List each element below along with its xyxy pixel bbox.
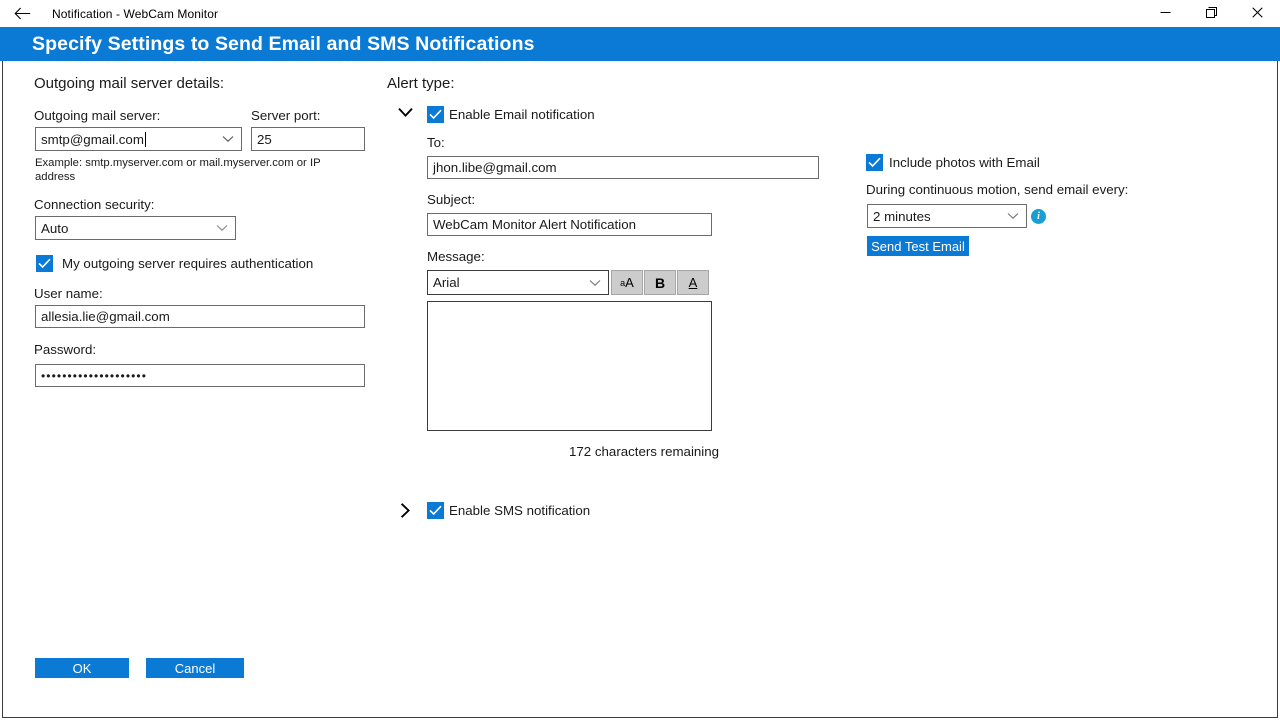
enable-sms-notification-checkbox[interactable] [427,502,444,519]
minimize-button[interactable] [1142,0,1188,27]
ok-button[interactable]: OK [35,658,129,678]
send-interval-value: 2 minutes [873,209,931,224]
subject-value: WebCam Monitor Alert Notification [433,217,636,232]
message-value [428,302,711,310]
checkmark-icon [429,109,442,120]
back-arrow-icon [14,7,31,20]
password-value: •••••••••••••••••••• [41,369,147,383]
subject-input[interactable]: WebCam Monitor Alert Notification [427,213,712,236]
window-controls [1142,0,1280,27]
user-name-input[interactable]: allesia.lie@gmail.com [35,305,365,328]
underline-icon: A [689,275,698,290]
outgoing-mail-server-input[interactable]: smtp@gmail.com [35,127,242,151]
connection-security-value: Auto [41,221,68,236]
page-header: Specify Settings to Send Email and SMS N… [0,27,1280,61]
minimize-icon [1160,7,1171,21]
chevron-down-icon [1007,212,1019,220]
close-button[interactable] [1234,0,1280,27]
checkmark-icon [868,157,881,168]
text-caret [145,132,146,147]
include-photos-label: Include photos with Email [889,155,1040,170]
to-value: jhon.libe@gmail.com [433,160,557,175]
server-port-input[interactable]: 25 [251,127,365,151]
bold-icon: B [655,275,665,291]
close-icon [1252,7,1263,21]
alert-type-section-title: Alert type: [387,75,455,92]
notification-settings-window: Notification - WebCam Monitor [0,0,1280,720]
outgoing-mail-server-label: Outgoing mail server: [34,108,160,123]
title-bar: Notification - WebCam Monitor [0,0,1280,27]
sms-section-expander[interactable] [400,502,411,519]
to-input[interactable]: jhon.libe@gmail.com [427,156,819,179]
server-port-label: Server port: [251,108,320,123]
enable-email-notification-checkbox[interactable] [427,106,444,123]
restore-icon [1206,7,1217,21]
chevron-down-icon [397,105,414,122]
bold-button[interactable]: B [644,270,676,295]
info-icon[interactable]: i [1031,209,1046,224]
server-example-hint: Example: smtp.myserver.com or mail.myser… [35,156,330,184]
underline-button[interactable]: A [677,270,709,295]
characters-remaining-label: 172 characters remaining [569,444,719,459]
window-title: Notification - WebCam Monitor [52,7,218,21]
page-title: Specify Settings to Send Email and SMS N… [0,33,535,56]
settings-body: Outgoing mail server details: Outgoing m… [2,61,1278,718]
message-font-select[interactable]: Arial [427,270,609,295]
message-textarea[interactable] [427,301,712,431]
restore-button[interactable] [1188,0,1234,27]
user-name-label: User name: [34,286,103,301]
enable-sms-notification-label: Enable SMS notification [449,503,590,518]
cancel-button[interactable]: Cancel [146,658,244,678]
outgoing-mail-server-value: smtp@gmail.com [41,132,144,147]
email-section-expander[interactable] [397,107,414,118]
chevron-down-icon [589,279,601,287]
send-interval-label: During continuous motion, send email eve… [866,182,1128,197]
include-photos-checkbox[interactable] [866,154,883,171]
to-label: To: [427,135,445,150]
back-button[interactable] [0,1,44,27]
send-test-email-button[interactable]: Send Test Email [867,236,969,256]
chevron-right-icon [400,506,411,523]
checkmark-icon [429,505,442,516]
subject-label: Subject: [427,192,475,207]
message-label: Message: [427,249,485,264]
checkmark-icon [38,258,51,269]
password-label: Password: [34,342,96,357]
password-input[interactable]: •••••••••••••••••••• [35,364,365,387]
message-font-value: Arial [433,275,460,290]
connection-security-select[interactable]: Auto [35,216,236,240]
requires-authentication-label: My outgoing server requires authenticati… [62,256,313,271]
enable-email-notification-label: Enable Email notification [449,107,595,122]
requires-authentication-checkbox[interactable] [36,255,53,272]
send-interval-select[interactable]: 2 minutes [867,204,1027,228]
connection-security-label: Connection security: [34,197,154,212]
font-size-button[interactable]: aA [611,270,643,295]
chevron-down-icon [222,135,234,143]
user-name-value: allesia.lie@gmail.com [41,309,170,324]
server-port-value: 25 [257,132,272,147]
chevron-down-icon [216,224,228,232]
outgoing-mail-section-title: Outgoing mail server details: [34,75,224,92]
